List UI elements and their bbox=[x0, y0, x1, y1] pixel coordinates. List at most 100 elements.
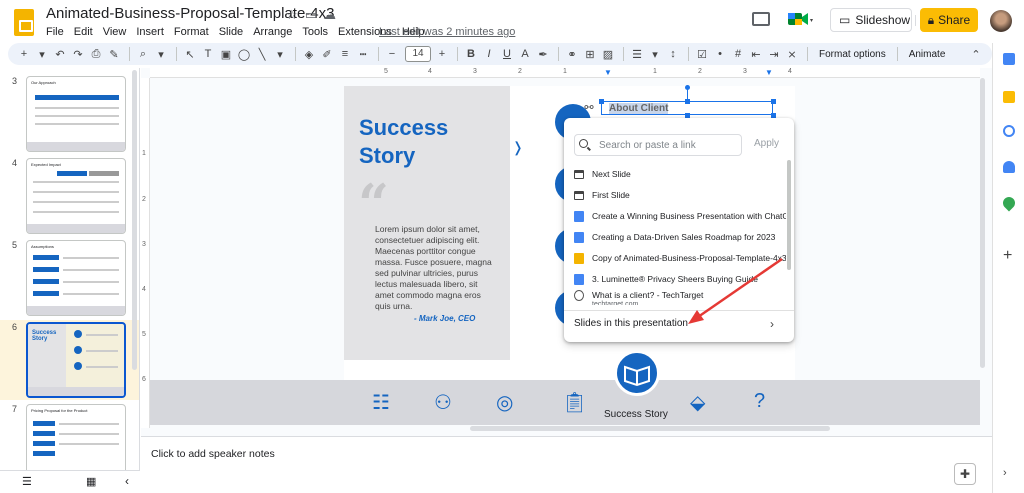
image-icon[interactable]: ▣ bbox=[218, 48, 234, 61]
border-weight-icon[interactable]: ≡ bbox=[337, 48, 353, 60]
link-suggestion[interactable]: Create a Winning Business Presentation w… bbox=[574, 206, 786, 226]
filmstrip-scrollbar[interactable] bbox=[132, 70, 137, 370]
avatar[interactable] bbox=[990, 10, 1012, 32]
slides-logo[interactable] bbox=[14, 9, 34, 36]
zoom-icon[interactable]: ⌕ bbox=[135, 48, 151, 61]
keep-icon[interactable] bbox=[1003, 91, 1015, 103]
line-dropdown-icon[interactable]: ▾ bbox=[272, 48, 288, 61]
slide-thumbnail-7[interactable]: Pricing Proposal for the Product bbox=[26, 404, 126, 473]
menu-tools[interactable]: Tools bbox=[302, 26, 328, 38]
canvas-vertical-scrollbar[interactable] bbox=[980, 78, 985, 368]
book-circle-icon[interactable] bbox=[614, 350, 660, 396]
redo-icon[interactable]: ↷ bbox=[70, 48, 86, 61]
link-suggestion[interactable]: 3. Luminette® Privacy Sheers Buying Guid… bbox=[574, 269, 786, 289]
quote-text[interactable]: Lorem ipsum dolor sit amet, consectetuer… bbox=[375, 224, 493, 312]
paint-format-icon[interactable]: ✎ bbox=[106, 48, 122, 61]
slideshow-button[interactable]: ▭ Slideshow ▾ bbox=[830, 8, 925, 32]
font-size-input[interactable]: 14 bbox=[405, 46, 431, 62]
link-suggestion[interactable]: What is a client? - TechTarget techtarget… bbox=[574, 290, 786, 308]
tag-nav-icon[interactable]: ⬙ bbox=[690, 390, 705, 415]
italic-icon[interactable]: I bbox=[481, 48, 497, 60]
left-ruler[interactable]: 1 2 3 4 5 6 bbox=[141, 78, 150, 428]
fill-color-icon[interactable]: ◈ bbox=[301, 48, 317, 61]
popup-scrollbar[interactable] bbox=[787, 160, 791, 270]
maps-icon[interactable] bbox=[1000, 194, 1018, 212]
bold-icon[interactable]: B bbox=[463, 48, 479, 60]
link-suggestion[interactable]: Copy of Animated-Business-Proposal-Templ… bbox=[574, 248, 786, 268]
calendar-icon[interactable] bbox=[1003, 53, 1015, 65]
menu-insert[interactable]: Insert bbox=[136, 26, 164, 38]
new-slide-icon[interactable]: + bbox=[16, 48, 32, 60]
link-suggestion[interactable]: First Slide bbox=[574, 185, 786, 205]
zoom-dropdown-icon[interactable]: ▾ bbox=[153, 48, 169, 61]
quote-author[interactable]: - Mark Joe, CEO bbox=[414, 314, 475, 323]
link-suggestion[interactable]: Next Slide bbox=[574, 164, 786, 184]
menu-view[interactable]: View bbox=[103, 26, 127, 38]
menu-slide[interactable]: Slide bbox=[219, 26, 243, 38]
speaker-notes-placeholder[interactable]: Click to add speaker notes bbox=[151, 448, 275, 460]
checklist-icon[interactable]: ☑ bbox=[694, 48, 710, 61]
last-edit-link[interactable]: Last edit was 2 minutes ago bbox=[379, 26, 515, 38]
collapse-toolbar-icon[interactable]: ⌃ bbox=[968, 48, 984, 61]
share-button[interactable]: 🔒︎ Share bbox=[920, 8, 978, 32]
align-icon[interactable]: ☰ bbox=[629, 48, 645, 61]
selected-text[interactable]: About Client bbox=[609, 103, 669, 114]
cloud-status-icon[interactable]: ☁ bbox=[323, 7, 336, 23]
indent-increase-icon[interactable]: ⇥ bbox=[766, 48, 782, 61]
contacts-icon[interactable] bbox=[1003, 161, 1015, 173]
slide-thumbnail-6[interactable]: Success Story bbox=[26, 322, 126, 398]
undo-icon[interactable]: ↶ bbox=[52, 48, 68, 61]
slides-in-presentation[interactable]: Slides in this presentation bbox=[574, 318, 688, 329]
collapse-filmstrip-icon[interactable]: ‹ bbox=[125, 474, 129, 488]
filmstrip-view-icon[interactable]: ☰ bbox=[22, 475, 32, 488]
clear-formatting-icon[interactable]: ⨯ bbox=[784, 48, 800, 61]
align-dropdown-icon[interactable]: ▾ bbox=[647, 48, 663, 61]
numbered-list-icon[interactable]: # bbox=[730, 48, 746, 60]
link-suggestion[interactable]: Creating a Data-Driven Sales Roadmap for… bbox=[574, 227, 786, 247]
indent-decrease-icon[interactable]: ⇤ bbox=[748, 48, 764, 61]
apply-button[interactable]: Apply bbox=[754, 138, 779, 149]
link-icon[interactable]: ⚭ bbox=[564, 48, 580, 61]
star-icon[interactable]: ☆ bbox=[286, 7, 298, 23]
menu-edit[interactable]: Edit bbox=[74, 26, 93, 38]
slide-thumbnail-4[interactable]: Expected Impact bbox=[26, 158, 126, 234]
menu-arrange[interactable]: Arrange bbox=[253, 26, 292, 38]
bulleted-list-icon[interactable]: • bbox=[712, 48, 728, 60]
move-folder-icon[interactable]: ▭ bbox=[305, 7, 317, 23]
comment-history-icon[interactable] bbox=[752, 12, 770, 26]
resize-handle[interactable] bbox=[599, 99, 604, 104]
menu-format[interactable]: Format bbox=[174, 26, 209, 38]
add-addon-icon[interactable]: + bbox=[1003, 248, 1015, 264]
animate-button[interactable]: Animate bbox=[909, 49, 946, 60]
top-ruler[interactable]: 5 4 3 2 1 1 2 3 4 ▼ ▼ bbox=[150, 68, 980, 78]
highlight-icon[interactable]: ✒ bbox=[535, 48, 551, 61]
indent-marker-icon[interactable]: ▼ bbox=[765, 68, 773, 77]
print-icon[interactable]: ⎙ bbox=[88, 48, 104, 61]
menu-file[interactable]: File bbox=[46, 26, 64, 38]
font-size-decrease-icon[interactable]: − bbox=[384, 48, 400, 60]
indent-marker-icon[interactable]: ▼ bbox=[604, 68, 612, 77]
meeting-nav-icon[interactable]: ⚇ bbox=[434, 390, 452, 415]
question-nav-icon[interactable]: ? bbox=[754, 390, 765, 413]
slide-title[interactable]: Success Story bbox=[359, 114, 499, 170]
grid-view-icon[interactable]: ▦ bbox=[86, 475, 96, 488]
line-spacing-icon[interactable]: ↕ bbox=[665, 48, 681, 60]
link-search-input[interactable]: Search or paste a link bbox=[574, 134, 742, 156]
shape-icon[interactable]: ◯ bbox=[236, 48, 252, 61]
speaker-notes-panel[interactable] bbox=[141, 436, 992, 493]
line-icon[interactable]: ╲ bbox=[254, 48, 270, 61]
expand-panel-icon[interactable]: › bbox=[1003, 467, 1015, 479]
new-slide-dropdown-icon[interactable]: ▾ bbox=[34, 48, 50, 61]
canvas-horizontal-scrollbar[interactable] bbox=[470, 426, 830, 431]
border-dash-icon[interactable]: ┅ bbox=[355, 48, 371, 61]
explore-icon[interactable]: ✚ bbox=[954, 463, 976, 485]
chevron-right-icon[interactable]: › bbox=[770, 317, 774, 331]
underline-icon[interactable]: U bbox=[499, 48, 515, 60]
select-icon[interactable]: ↖ bbox=[182, 48, 198, 61]
slide-thumbnail-3[interactable]: Our Approach bbox=[26, 76, 126, 152]
resize-handle[interactable] bbox=[771, 99, 776, 104]
text-box-icon[interactable]: T bbox=[200, 48, 216, 60]
font-size-increase-icon[interactable]: + bbox=[434, 48, 450, 60]
meet-icon[interactable]: ▾ bbox=[786, 9, 814, 29]
checklist-nav-icon[interactable]: ☷ bbox=[372, 390, 390, 415]
